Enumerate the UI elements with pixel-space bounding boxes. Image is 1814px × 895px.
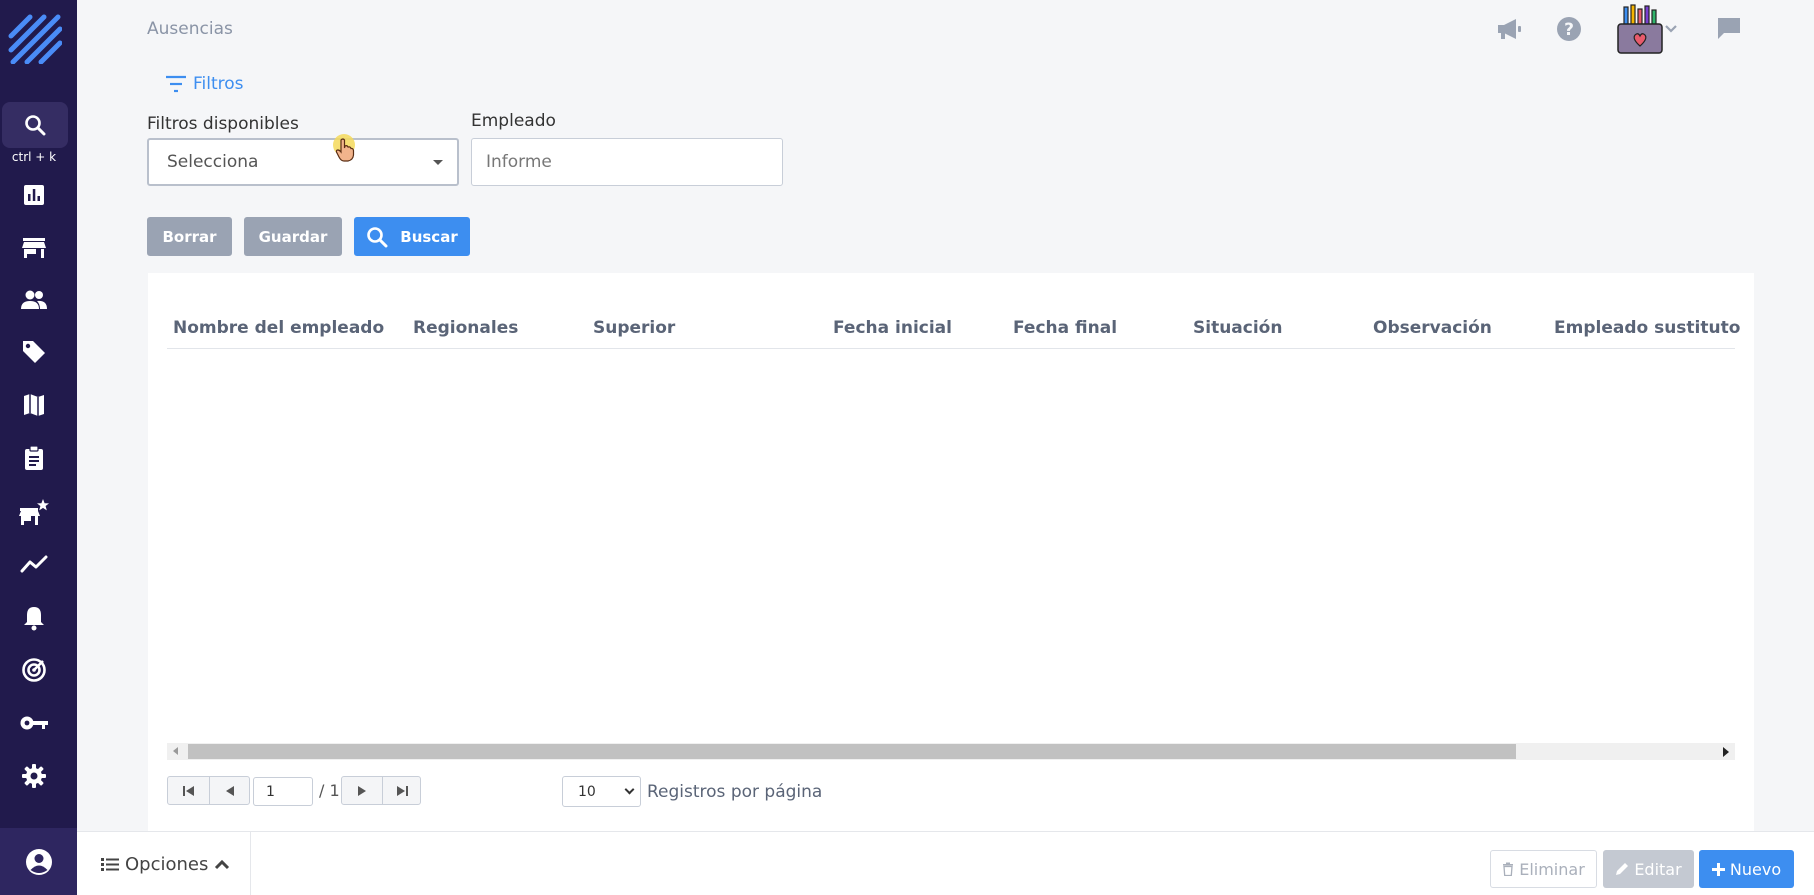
horizontal-scrollbar[interactable] — [167, 743, 1735, 760]
column-header-employee-name[interactable]: Nombre del empleado — [173, 318, 384, 338]
edit-button[interactable]: Editar — [1603, 850, 1694, 888]
new-button-label: Nuevo — [1729, 859, 1782, 879]
column-header-end-date[interactable]: Fecha final — [1013, 318, 1117, 338]
filters-toggle[interactable]: Filtros — [165, 74, 244, 94]
user-profile-button[interactable] — [0, 828, 77, 895]
scroll-left-arrow-icon[interactable] — [173, 747, 178, 755]
delete-button[interactable]: Eliminar — [1490, 850, 1597, 888]
search-icon — [25, 115, 46, 136]
gear-icon — [22, 764, 46, 788]
available-filters-value: Selecciona — [167, 152, 259, 172]
sidebar-item-tasks[interactable] — [19, 443, 49, 473]
clipboard-icon — [25, 445, 43, 470]
employee-label: Empleado — [471, 111, 556, 131]
store-icon — [22, 238, 46, 258]
sidebar-item-featured-stores[interactable] — [19, 497, 49, 527]
available-filters-label: Filtros disponibles — [147, 114, 299, 134]
sidebar-item-people[interactable] — [19, 285, 49, 315]
delete-button-label: Eliminar — [1519, 859, 1585, 879]
options-menu-button[interactable]: Opciones — [77, 832, 251, 895]
sidebar-item-radar[interactable] — [19, 655, 49, 685]
search-icon — [367, 226, 388, 247]
plus-icon — [1711, 862, 1725, 876]
search-button[interactable]: Buscar — [354, 217, 470, 256]
tag-icon — [23, 341, 45, 363]
megaphone-icon — [1498, 19, 1521, 39]
column-header-observation[interactable]: Observación — [1373, 318, 1492, 338]
new-button[interactable]: Nuevo — [1699, 850, 1794, 888]
sidebar-item-reports[interactable] — [19, 180, 49, 210]
options-menu-label: Opciones — [125, 853, 209, 875]
chart-icon — [24, 185, 44, 205]
page-title: Ausencias — [147, 19, 233, 39]
svg-text:?: ? — [1564, 20, 1574, 40]
last-page-button[interactable] — [382, 776, 421, 805]
trash-icon — [1503, 862, 1514, 876]
previous-page-button[interactable] — [209, 776, 250, 805]
previous-page-icon — [225, 785, 234, 796]
column-header-superior[interactable]: Superior — [593, 318, 675, 338]
next-page-icon — [358, 785, 366, 796]
avatar[interactable] — [1615, 4, 1667, 54]
column-header-regionals[interactable]: Regionales — [413, 318, 518, 338]
save-filters-button[interactable]: Guardar — [244, 217, 342, 256]
key-icon — [20, 716, 48, 730]
avatar-dropdown-toggle[interactable] — [1664, 22, 1678, 36]
sidebar-item-map[interactable] — [19, 390, 49, 420]
sidebar-item-access[interactable] — [19, 708, 49, 738]
search-shortcut-hint: ctrl + k — [11, 150, 57, 164]
sidebar: ctrl + k — [0, 0, 77, 895]
store-star-icon — [19, 499, 49, 525]
sidebar-item-notifications[interactable] — [19, 603, 49, 633]
filter-icon — [166, 75, 186, 93]
chevron-up-icon — [215, 859, 230, 869]
chat-icon — [1718, 18, 1740, 39]
edit-button-label: Editar — [1634, 859, 1682, 879]
records-per-page-label: Registros por página — [647, 782, 823, 802]
column-header-substitute-employee[interactable]: Empleado sustituto — [1554, 318, 1740, 338]
next-page-button[interactable] — [341, 776, 383, 805]
clear-button[interactable]: Borrar — [147, 217, 232, 256]
sidebar-item-tags[interactable] — [19, 337, 49, 367]
art-supplies-avatar-icon — [1617, 4, 1663, 54]
page-number-input[interactable] — [253, 777, 313, 806]
map-icon — [24, 394, 44, 416]
user-circle-icon — [25, 848, 52, 875]
filters-toggle-label: Filtros — [193, 74, 244, 94]
radar-icon — [22, 658, 46, 682]
chat-button[interactable] — [1715, 15, 1743, 41]
column-header-start-date[interactable]: Fecha inicial — [833, 318, 952, 338]
first-page-icon — [182, 785, 194, 796]
caret-down-icon — [433, 160, 443, 165]
people-icon — [21, 290, 47, 309]
records-per-page-value: 10 — [578, 783, 596, 800]
chevron-down-icon — [624, 784, 635, 795]
logo-icon[interactable] — [8, 14, 62, 64]
sidebar-item-stores[interactable] — [19, 233, 49, 263]
available-filters-select[interactable]: Selecciona — [147, 138, 459, 186]
column-header-status[interactable]: Situación — [1193, 318, 1282, 338]
bell-icon — [24, 607, 44, 631]
records-per-page-select[interactable]: 10 — [562, 776, 641, 807]
sidebar-search-button[interactable] — [2, 102, 68, 148]
first-page-button[interactable] — [167, 776, 210, 805]
pencil-icon — [1616, 863, 1629, 875]
sidebar-item-settings[interactable] — [19, 761, 49, 791]
announcements-button[interactable] — [1494, 16, 1524, 42]
last-page-icon — [396, 785, 408, 796]
total-pages: / 1 — [319, 781, 340, 800]
scrollbar-thumb[interactable] — [188, 744, 1516, 759]
search-button-label: Buscar — [400, 227, 458, 246]
scroll-right-arrow-icon[interactable] — [1723, 747, 1729, 757]
sidebar-item-trends[interactable] — [19, 549, 49, 579]
pointer-hand-icon — [335, 138, 355, 162]
employee-input[interactable] — [471, 138, 783, 186]
trend-icon — [20, 555, 48, 573]
table-header-divider — [167, 348, 1735, 349]
chevron-down-icon — [1665, 25, 1677, 33]
list-icon — [101, 857, 119, 871]
help-icon: ? — [1557, 17, 1581, 41]
help-button[interactable]: ? — [1555, 15, 1583, 43]
